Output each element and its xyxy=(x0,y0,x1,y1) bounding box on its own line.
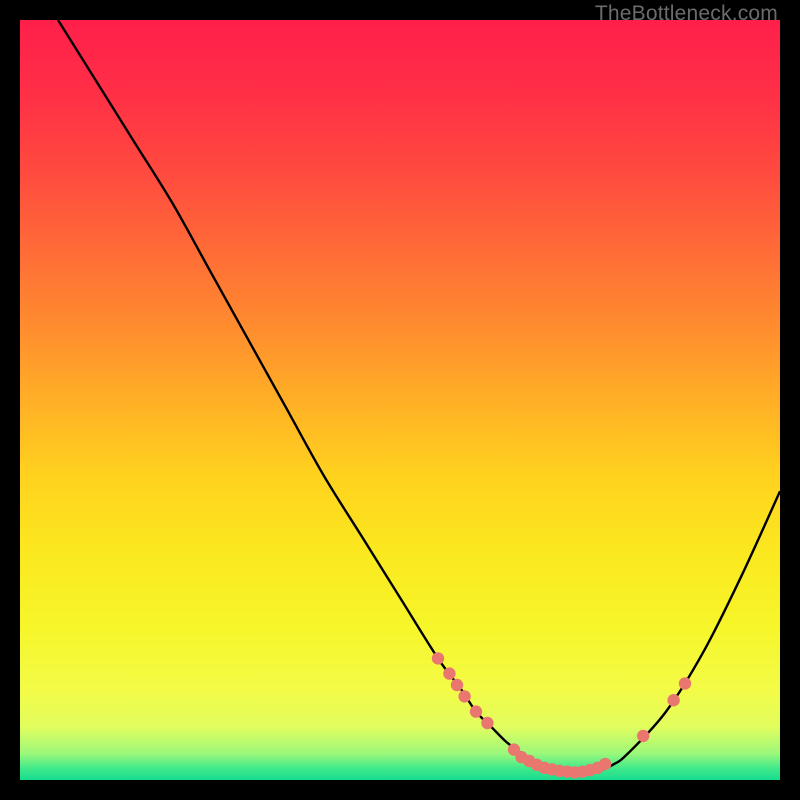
marker-point xyxy=(458,690,470,702)
marker-point xyxy=(679,677,691,689)
marker-point xyxy=(443,667,455,679)
gradient-background xyxy=(20,20,780,780)
marker-point xyxy=(451,679,463,691)
marker-point xyxy=(599,758,611,770)
marker-point xyxy=(470,705,482,717)
marker-point xyxy=(432,652,444,664)
marker-point xyxy=(637,730,649,742)
marker-point xyxy=(481,717,493,729)
attribution-text: TheBottleneck.com xyxy=(595,2,778,26)
marker-point xyxy=(667,694,679,706)
chart-frame xyxy=(20,20,780,780)
bottleneck-chart xyxy=(20,20,780,780)
